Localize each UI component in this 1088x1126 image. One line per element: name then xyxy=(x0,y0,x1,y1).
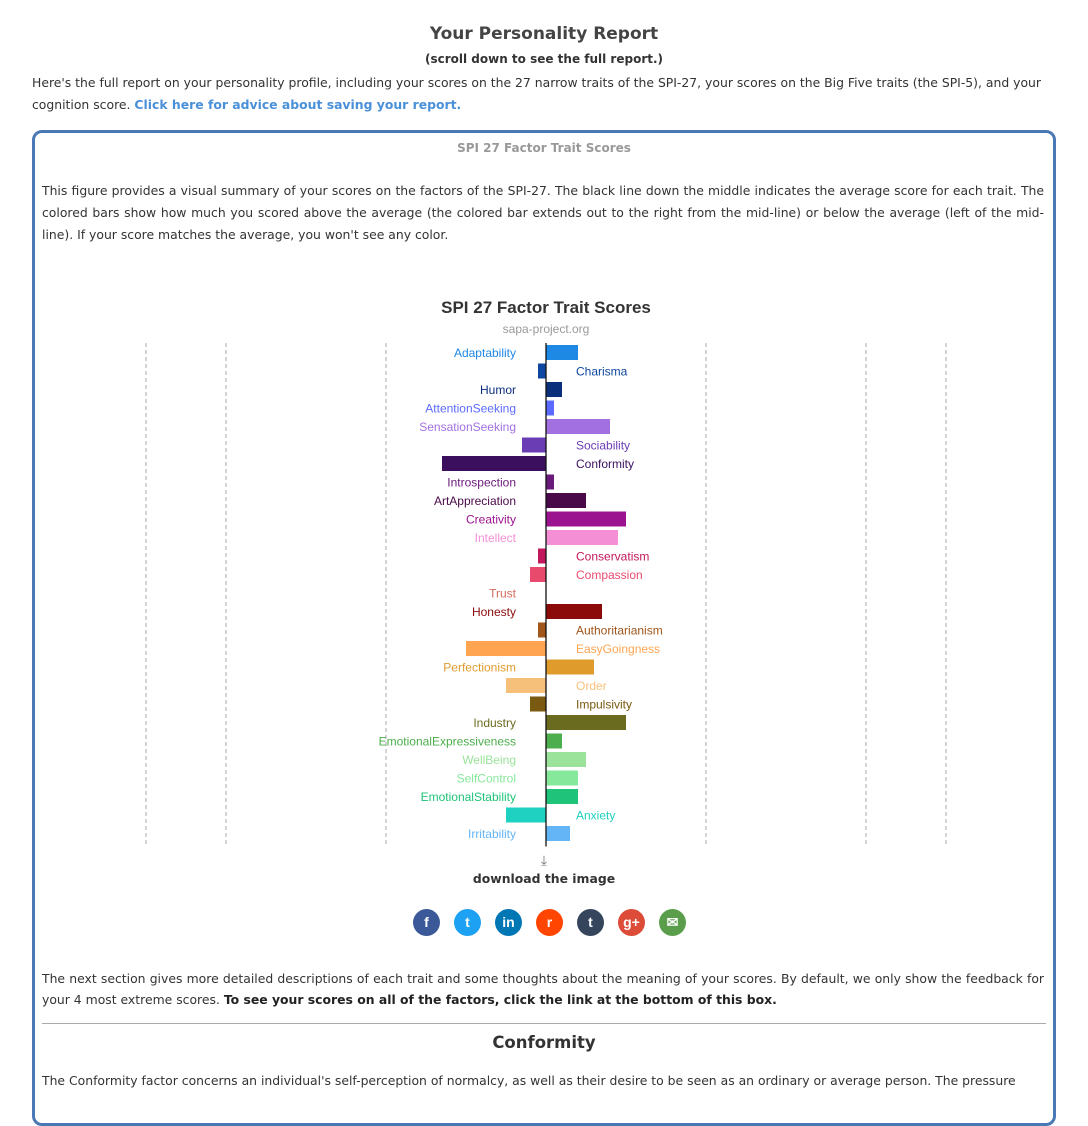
bar-intellect xyxy=(546,530,618,545)
bar-order xyxy=(506,678,546,693)
chart-subtitle: sapa-project.org xyxy=(503,322,590,336)
label-impulsivity: Impulsivity xyxy=(576,698,632,712)
label-adaptability: Adaptability xyxy=(454,346,516,360)
label-artappreciation: ArtAppreciation xyxy=(434,494,516,508)
bar-anxiety xyxy=(506,807,546,823)
label-irritability: Irritability xyxy=(468,827,516,841)
bar-charisma xyxy=(538,363,546,379)
intro-paragraph: Here's the full report on your personali… xyxy=(32,72,1056,116)
share-email-button[interactable]: ✉ xyxy=(659,909,686,936)
share-facebook-button[interactable]: f xyxy=(413,909,440,936)
bar-conformity xyxy=(442,456,546,471)
label-industry: Industry xyxy=(473,716,516,730)
bar-adaptability xyxy=(546,345,578,360)
share-linkedin-button[interactable]: in xyxy=(495,909,522,936)
bar-conservatism xyxy=(538,548,546,564)
chart-title: SPI 27 Factor Trait Scores xyxy=(441,298,651,317)
download-area[interactable]: ⤓ download the image xyxy=(35,853,1053,886)
bar-selfcontrol xyxy=(546,770,578,786)
share-google-plus-button[interactable]: g+ xyxy=(618,909,645,936)
label-attentionseeking: AttentionSeeking xyxy=(425,402,516,416)
page-title: Your Personality Report xyxy=(429,24,659,44)
bar-artappreciation xyxy=(546,493,586,508)
bar-easygoingness xyxy=(466,641,546,656)
section-divider xyxy=(42,1023,1046,1024)
bar-attentionseeking xyxy=(546,400,554,416)
share-twitter-button[interactable]: t xyxy=(454,909,481,936)
label-creativity: Creativity xyxy=(466,513,516,527)
bar-honesty xyxy=(546,604,602,619)
label-humor: Humor xyxy=(480,383,516,397)
feedback-description: The next section gives more detailed des… xyxy=(42,968,1044,1010)
bar-sociability xyxy=(522,437,546,453)
bar-introspection xyxy=(546,474,554,490)
trait-scores-box: SPI 27 Factor Trait Scores This figure p… xyxy=(32,130,1056,1126)
download-icon[interactable]: ⤓ xyxy=(35,853,1053,869)
label-trust: Trust xyxy=(489,587,517,601)
feedback-bold-note: To see your scores on all of the factors… xyxy=(223,992,777,1007)
label-anxiety: Anxiety xyxy=(576,809,615,823)
label-conservatism: Conservatism xyxy=(576,550,649,564)
bar-compassion xyxy=(530,567,546,582)
label-wellbeing: WellBeing xyxy=(462,753,516,767)
bar-sensationseeking xyxy=(546,419,610,434)
label-intellect: Intellect xyxy=(475,531,517,545)
saving-advice-link[interactable]: Click here for advice about saving your … xyxy=(134,97,461,112)
share-tumblr-button[interactable]: t xyxy=(577,909,604,936)
bar-impulsivity xyxy=(530,696,546,712)
bar-wellbeing xyxy=(546,752,586,767)
label-selfcontrol: SelfControl xyxy=(457,772,516,786)
label-honesty: Honesty xyxy=(472,605,516,619)
download-image-link[interactable]: download the image xyxy=(35,871,1053,886)
label-conformity: Conformity xyxy=(576,457,634,471)
label-order: Order xyxy=(576,679,607,693)
label-introspection: Introspection xyxy=(447,476,516,490)
label-easygoingness: EasyGoingness xyxy=(576,642,660,656)
label-emotionalexpressiveness: EmotionalExpressiveness xyxy=(379,735,516,749)
share-reddit-button[interactable]: r xyxy=(536,909,563,936)
bar-authoritarianism xyxy=(538,622,546,638)
trait-scores-chart: Adaptability Charisma Humor AttentionSeekin… xyxy=(145,298,947,847)
label-authoritarianism: Authoritarianism xyxy=(576,624,663,638)
bar-irritability xyxy=(546,826,570,841)
label-sensationseeking: SensationSeeking xyxy=(419,420,516,434)
label-emotionalstability: EmotionalStability xyxy=(421,790,516,804)
page-subtitle: (scroll down to see the full report.) xyxy=(424,52,664,66)
section-title: Conformity xyxy=(492,1033,596,1052)
label-perfectionism: Perfectionism xyxy=(443,661,516,675)
label-charisma: Charisma xyxy=(576,365,628,379)
bar-creativity xyxy=(546,511,626,527)
bar-emotionalstability xyxy=(546,789,578,804)
bar-industry xyxy=(546,715,626,730)
bar-emotionalexpressiveness xyxy=(546,733,562,749)
section-text: The Conformity factor concerns an indivi… xyxy=(42,1073,1016,1088)
label-compassion: Compassion xyxy=(576,568,643,582)
bar-humor xyxy=(546,382,562,397)
label-sociability: Sociability xyxy=(576,439,630,453)
bar-perfectionism xyxy=(546,659,594,675)
